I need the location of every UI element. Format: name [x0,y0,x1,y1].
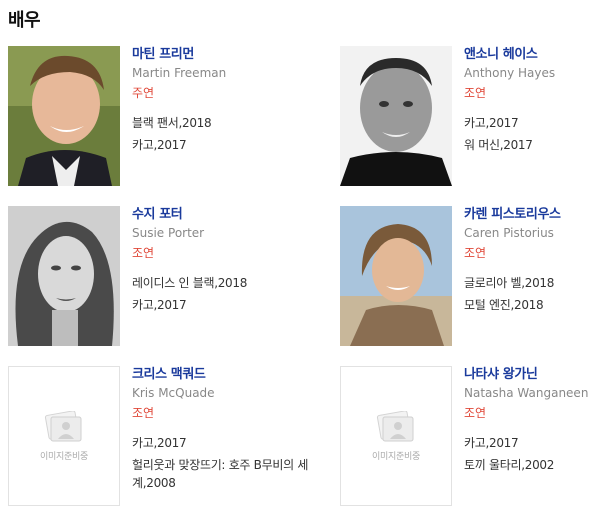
image-placeholder-icon [376,410,414,441]
actor-photo[interactable] [340,206,452,346]
actor-portrait-image [340,206,452,346]
actor-portrait-image [8,206,120,346]
actor-name[interactable]: 마틴 프리먼 [132,46,337,64]
work-item[interactable]: 블랙 팬서,2018 [132,112,337,134]
actor-role: 조연 [132,406,155,420]
photo-placeholder[interactable]: 이미지준비중 [8,366,120,506]
filmography: 블랙 팬서,2018 카고,2017 [132,112,337,156]
actor-portrait-image [8,46,120,186]
actor-photo[interactable] [340,46,452,186]
filmography: 카고,2017 헐리웃과 맞장뜨기: 호주 B무비의 세계,2008 [132,432,337,492]
work-item[interactable]: 글로리아 벨,2018 [464,272,598,294]
actor-name[interactable]: 수지 포터 [132,206,337,224]
work-item[interactable]: 카고,2017 [132,294,337,316]
actor-card: 이미지준비중 나타샤 왕가닌 Natasha Wanganeen 조연 카고,2… [340,366,590,526]
actor-card: 수지 포터 Susie Porter 조연 레이디스 인 블랙,2018 카고,… [8,206,340,366]
section-title: 배우 [8,10,41,31]
work-item[interactable]: 헐리웃과 맞장뜨기: 호주 B무비의 세계,2008 [132,456,337,492]
actor-english-name: Susie Porter [132,226,205,240]
filmography: 카고,2017 토끼 울타리,2002 [464,432,598,476]
actor-info: 카렌 피스토리우스 Caren Pistorius 조연 글로리아 벨,2018… [464,206,598,316]
image-placeholder-icon [44,410,82,441]
actor-role: 조연 [464,246,487,260]
work-item[interactable]: 토끼 울타리,2002 [464,454,598,476]
actor-card: 마틴 프리먼 Martin Freeman 주연 블랙 팬서,2018 카고,2… [8,46,340,206]
actor-card: 앤소니 헤이스 Anthony Hayes 조연 카고,2017 워 머신,20… [340,46,590,206]
actor-info: 수지 포터 Susie Porter 조연 레이디스 인 블랙,2018 카고,… [132,206,337,316]
actor-role: 조연 [464,86,487,100]
actor-english-name: Kris McQuade [132,386,215,400]
actor-info: 크리스 맥쿼드 Kris McQuade 조연 카고,2017 헐리웃과 맞장뜨… [132,366,337,492]
cast-section: 배우 마틴 프리먼 Martin Freeman 주연 블랙 팬서,2018 카… [0,0,598,516]
filmography: 카고,2017 워 머신,2017 [464,112,598,156]
work-item[interactable]: 카고,2017 [464,112,598,134]
actor-english-name: Natasha Wanganeen [464,386,589,400]
placeholder-label: 이미지준비중 [372,451,420,462]
actor-info: 나타샤 왕가닌 Natasha Wanganeen 조연 카고,2017 토끼 … [464,366,598,476]
actor-info: 마틴 프리먼 Martin Freeman 주연 블랙 팬서,2018 카고,2… [132,46,337,156]
placeholder-label: 이미지준비중 [40,451,88,462]
actor-photo[interactable] [8,206,120,346]
work-item[interactable]: 카고,2017 [132,432,337,454]
work-item[interactable]: 워 머신,2017 [464,134,598,156]
work-item[interactable]: 카고,2017 [132,134,337,156]
actor-info: 앤소니 헤이스 Anthony Hayes 조연 카고,2017 워 머신,20… [464,46,598,156]
actor-english-name: Martin Freeman [132,66,227,80]
work-item[interactable]: 레이디스 인 블랙,2018 [132,272,337,294]
actor-role: 조연 [132,246,155,260]
actor-english-name: Caren Pistorius [464,226,554,240]
filmography: 글로리아 벨,2018 모털 엔진,2018 [464,272,598,316]
actor-role: 조연 [464,406,487,420]
photo-placeholder[interactable]: 이미지준비중 [340,366,452,506]
actor-name[interactable]: 크리스 맥쿼드 [132,366,337,384]
work-item[interactable]: 모털 엔진,2018 [464,294,598,316]
actor-english-name: Anthony Hayes [464,66,556,80]
actor-name[interactable]: 카렌 피스토리우스 [464,206,598,224]
work-item[interactable]: 카고,2017 [464,432,598,454]
actor-portrait-image [340,46,452,186]
actor-name[interactable]: 나타샤 왕가닌 [464,366,598,384]
actor-photo[interactable] [8,46,120,186]
actor-card: 이미지준비중 크리스 맥쿼드 Kris McQuade 조연 카고,2017 헐… [8,366,340,526]
filmography: 레이디스 인 블랙,2018 카고,2017 [132,272,337,316]
cast-grid: 마틴 프리먼 Martin Freeman 주연 블랙 팬서,2018 카고,2… [8,46,590,526]
actor-card: 카렌 피스토리우스 Caren Pistorius 조연 글로리아 벨,2018… [340,206,590,366]
actor-name[interactable]: 앤소니 헤이스 [464,46,598,64]
actor-role: 주연 [132,86,155,100]
